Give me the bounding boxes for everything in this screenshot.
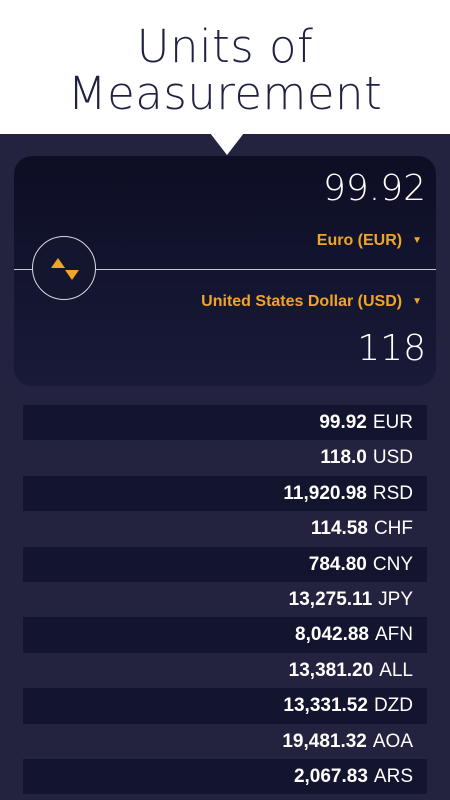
to-currency-label: United States Dollar (USD) [201, 293, 403, 310]
rate-row[interactable]: 99.92 EUR [23, 405, 427, 441]
rate-code: ALL [379, 659, 413, 681]
rate-amount: 13,381.20 [288, 659, 374, 681]
rate-code: RSD [372, 482, 413, 504]
from-currency-label: Euro (EUR) [316, 232, 403, 249]
rate-amount: 99.92 [319, 412, 367, 433]
rate-code: JPY [378, 588, 413, 610]
rate-amount: 118.0 [320, 447, 367, 469]
promo-title-line-1: Units of [136, 20, 314, 73]
rate-amount: 19,481.32 [282, 730, 367, 752]
rate-code: EUR [372, 412, 413, 433]
rate-amount: 2,067.83 [293, 765, 368, 787]
from-currency-select[interactable]: Euro (EUR) ▼ [317, 232, 422, 250]
swap-arrows-icon [51, 258, 79, 280]
rate-code: ARS [373, 765, 413, 787]
converter-card: 99.92 Euro (EUR) ▼ United States Dollar (… [14, 156, 436, 386]
promo-header: Units of Measurement [0, 0, 450, 134]
header-pointer-arrow [210, 133, 244, 155]
rate-amount: 784.80 [308, 553, 367, 575]
rate-row[interactable]: 19,481.32 AOA [23, 724, 427, 759]
promo-title-line-2: Measurement [67, 67, 383, 120]
caret-down-icon: ▼ [412, 235, 422, 246]
rate-amount: 13,275.11 [288, 588, 373, 610]
caret-down-icon: ▼ [412, 296, 422, 307]
swap-button[interactable] [32, 236, 96, 300]
rate-code: CHF [373, 518, 413, 540]
rate-row[interactable]: 13,381.20 ALL [23, 653, 427, 688]
rate-amount: 114.58 [310, 518, 368, 540]
rate-code: USD [372, 447, 413, 469]
rate-amount: 13,331.52 [283, 695, 368, 717]
from-amount[interactable]: 99.92 [323, 168, 426, 209]
rate-code: AOA [372, 730, 413, 752]
rate-amount: 8,042.88 [295, 624, 369, 646]
rate-row[interactable]: 118.0 USD [23, 440, 427, 475]
rate-row[interactable]: 13,331.52 DZD [23, 688, 427, 724]
rate-row[interactable]: 114.58 CHF [23, 511, 427, 546]
rate-row[interactable]: 11,920.98 RSD [23, 475, 427, 512]
rate-amount: 11,920.98 [283, 482, 367, 504]
rate-row[interactable]: 784.80 CNY [23, 546, 427, 582]
rate-row[interactable]: 13,275.11 JPY [23, 582, 427, 617]
rate-code: CNY [372, 553, 413, 575]
to-amount[interactable]: 118 [357, 328, 426, 369]
rate-code: DZD [373, 695, 413, 717]
rate-row[interactable]: 8,042.88 AFN [23, 617, 427, 653]
rate-row[interactable]: 2,067.83 ARS [23, 758, 427, 795]
rates-list: 99.92 EUR 118.0 USD 11,920.98 RSD 114.58 CHF… [23, 405, 427, 795]
rate-code: AFN [375, 624, 413, 646]
to-currency-select[interactable]: United States Dollar (USD) ▼ [201, 293, 422, 311]
